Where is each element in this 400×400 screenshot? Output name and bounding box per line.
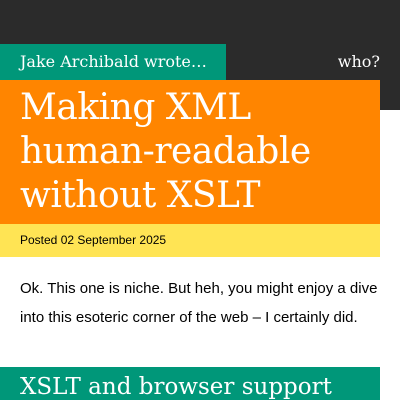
section-heading-bar: XSLT and browser support <box>0 367 380 400</box>
post-title: Making XML human-readable without XSLT <box>20 87 311 216</box>
site-title-link[interactable]: Jake Archibald wrote… <box>0 44 226 80</box>
post-intro: Ok. This one is niche. But heh, you migh… <box>20 280 378 326</box>
section-heading: XSLT and browser support <box>20 374 332 400</box>
who-link[interactable]: who? <box>338 44 380 80</box>
post-hero: Making XML human-readable without XSLT <box>0 80 380 224</box>
post-meta: Posted 02 September 2025 <box>0 224 380 257</box>
